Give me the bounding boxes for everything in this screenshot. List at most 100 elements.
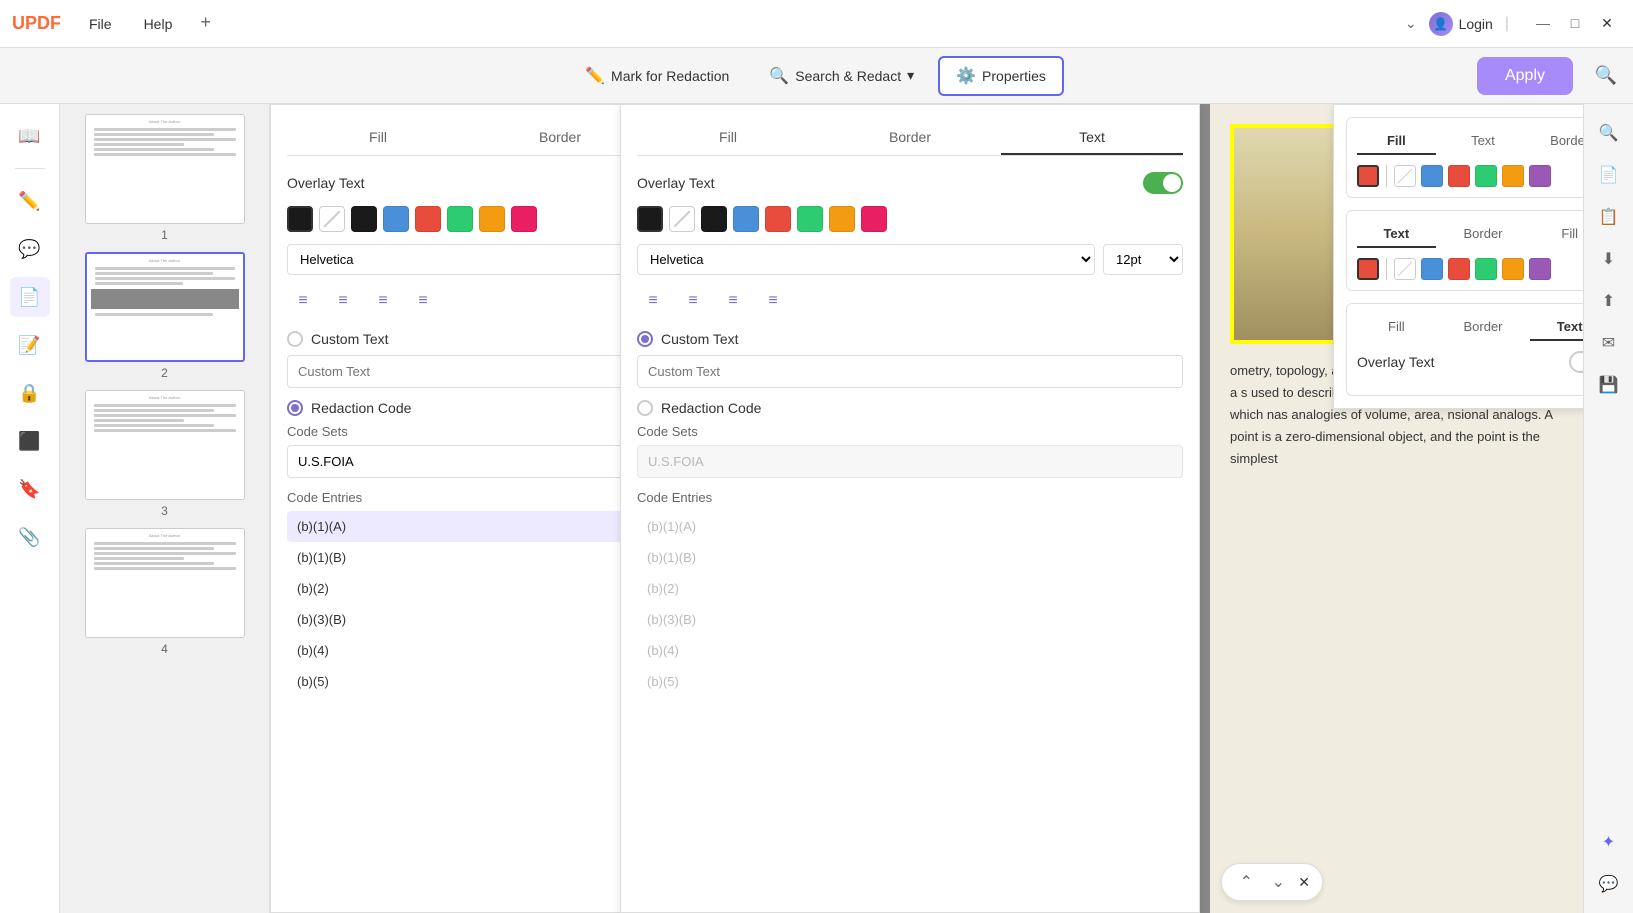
code-entry-b5-right[interactable]: (b)(5): [637, 666, 1183, 697]
list-item[interactable]: About The Author 3: [70, 390, 259, 518]
chevron-down-icon[interactable]: ⌄: [1405, 15, 1417, 32]
right-icon-pdf[interactable]: 📋: [1592, 200, 1626, 234]
list-item[interactable]: About The Author 1: [70, 114, 259, 242]
font-select-right[interactable]: Helvetica: [637, 244, 1095, 275]
color-swatch-dark-r[interactable]: [701, 206, 727, 232]
props-swatch-red2-1[interactable]: [1448, 165, 1470, 187]
color-swatch-slash[interactable]: [319, 206, 345, 232]
align-justify-button[interactable]: ≡: [407, 287, 439, 315]
align-right-button[interactable]: ≡: [367, 287, 399, 315]
props-swatch-purple-1[interactable]: [1529, 165, 1551, 187]
sidebar-icon-bookmark[interactable]: 🔖: [10, 469, 50, 509]
props-swatch-slash-2[interactable]: [1394, 258, 1416, 280]
props-swatch-blue-2[interactable]: [1421, 258, 1443, 280]
right-icon-email[interactable]: ✉: [1592, 326, 1626, 360]
props-tab-fill-3[interactable]: Fill: [1357, 314, 1436, 341]
size-select-right[interactable]: 12pt: [1103, 244, 1183, 275]
list-item[interactable]: About The Author 4: [70, 528, 259, 656]
sidebar-icon-layers[interactable]: ⬛: [10, 421, 50, 461]
color-swatch-blue-r[interactable]: [733, 206, 759, 232]
sidebar-icon-form[interactable]: 📝: [10, 325, 50, 365]
minimize-button[interactable]: —: [1533, 15, 1553, 32]
sidebar-icon-edit[interactable]: ✏️: [10, 181, 50, 221]
code-entry-b4-right[interactable]: (b)(4): [637, 635, 1183, 666]
tab-border-right[interactable]: Border: [819, 121, 1001, 155]
mark-for-redaction-button[interactable]: ✏️ Mark for Redaction: [569, 58, 745, 94]
overlay-toggle-right[interactable]: [1143, 172, 1183, 194]
color-swatch-pink[interactable]: [511, 206, 537, 232]
redaction-code-radio-left[interactable]: [287, 400, 303, 416]
align-center-button-r[interactable]: ≡: [677, 287, 709, 315]
color-swatch-blue[interactable]: [383, 206, 409, 232]
align-center-button[interactable]: ≡: [327, 287, 359, 315]
color-swatch-pink-r[interactable]: [861, 206, 887, 232]
code-sets-select-right[interactable]: U.S.FOIA: [637, 445, 1183, 478]
align-right-button-r[interactable]: ≡: [717, 287, 749, 315]
props-swatch-teal-1[interactable]: [1475, 165, 1497, 187]
color-swatch-teal[interactable]: [447, 206, 473, 232]
color-swatch-slash-r[interactable]: [669, 206, 695, 232]
sidebar-icon-comments[interactable]: 💬: [10, 229, 50, 269]
new-tab-button[interactable]: +: [200, 12, 211, 36]
menu-file[interactable]: File: [81, 12, 120, 36]
right-icon-search[interactable]: 🔍: [1592, 116, 1626, 150]
close-button[interactable]: ✕: [1597, 15, 1617, 32]
props-swatch-red-2[interactable]: [1357, 258, 1379, 280]
sidebar-icon-protect[interactable]: 🔒: [10, 373, 50, 413]
redaction-code-radio-right[interactable]: [637, 400, 653, 416]
custom-text-radio-left[interactable]: [287, 331, 303, 347]
align-left-button-r[interactable]: ≡: [637, 287, 669, 315]
nav-down-button[interactable]: ⌄: [1266, 870, 1290, 894]
tab-text-right[interactable]: Text: [1001, 121, 1183, 155]
props-tab-text-2[interactable]: Text: [1357, 221, 1436, 248]
search-toolbar-icon[interactable]: 🔍: [1595, 65, 1617, 86]
props-swatch-red-1[interactable]: [1357, 165, 1379, 187]
color-swatch-yellow[interactable]: [479, 206, 505, 232]
props-swatch-red2-2[interactable]: [1448, 258, 1470, 280]
login-button[interactable]: 👤 Login: [1429, 12, 1493, 36]
props-swatch-purple-2[interactable]: [1529, 258, 1551, 280]
sidebar-icon-reader[interactable]: 📖: [10, 116, 50, 156]
code-entry-b1b-right[interactable]: (b)(1)(B): [637, 542, 1183, 573]
right-icon-upload[interactable]: ⬆: [1592, 284, 1626, 318]
list-item[interactable]: About The Author 2: [70, 252, 259, 380]
color-swatch-black[interactable]: [287, 206, 313, 232]
code-entry-b3b-right[interactable]: (b)(3)(B): [637, 604, 1183, 635]
color-swatch-dark[interactable]: [351, 206, 377, 232]
custom-text-input-right[interactable]: [637, 355, 1183, 388]
props-swatch-blue-1[interactable]: [1421, 165, 1443, 187]
color-swatch-yellow-r[interactable]: [829, 206, 855, 232]
apply-button[interactable]: Apply: [1477, 57, 1573, 95]
color-swatch-red-r[interactable]: [765, 206, 791, 232]
color-swatch-black-r[interactable]: [637, 206, 663, 232]
props-swatch-yellow-2[interactable]: [1502, 258, 1524, 280]
custom-text-radio-right[interactable]: [637, 331, 653, 347]
right-icon-file[interactable]: 📄: [1592, 158, 1626, 192]
tab-fill-right[interactable]: Fill: [637, 121, 819, 155]
props-swatch-slash-1[interactable]: [1394, 165, 1416, 187]
color-swatch-red[interactable]: [415, 206, 441, 232]
close-panel-button[interactable]: ✕: [1298, 874, 1310, 891]
sidebar-icon-pages[interactable]: 📄: [10, 277, 50, 317]
props-swatch-yellow-1[interactable]: [1502, 165, 1524, 187]
properties-button[interactable]: ⚙️ Properties: [938, 56, 1064, 96]
props-swatch-teal-2[interactable]: [1475, 258, 1497, 280]
right-icon-download[interactable]: ⬇: [1592, 242, 1626, 276]
code-entry-b1a-right[interactable]: (b)(1)(A): [637, 511, 1183, 542]
align-justify-button-r[interactable]: ≡: [757, 287, 789, 315]
search-redact-button[interactable]: 🔍 Search & Redact ▾: [753, 58, 930, 94]
maximize-button[interactable]: □: [1565, 15, 1585, 32]
right-icon-save[interactable]: 💾: [1592, 368, 1626, 402]
props-tab-text-1[interactable]: Text: [1444, 128, 1523, 155]
menu-help[interactable]: Help: [136, 12, 181, 36]
sidebar-icon-attach[interactable]: 📎: [10, 517, 50, 557]
props-tab-border-2[interactable]: Border: [1444, 221, 1523, 248]
code-entry-b2-right[interactable]: (b)(2): [637, 573, 1183, 604]
nav-up-button[interactable]: ⌃: [1234, 870, 1258, 894]
right-icon-brand[interactable]: ✦: [1592, 825, 1626, 859]
align-left-button[interactable]: ≡: [287, 287, 319, 315]
props-tab-border-3[interactable]: Border: [1444, 314, 1523, 341]
tab-fill-left[interactable]: Fill: [287, 121, 469, 155]
color-swatch-teal-r[interactable]: [797, 206, 823, 232]
right-icon-chat[interactable]: 💬: [1592, 867, 1626, 901]
